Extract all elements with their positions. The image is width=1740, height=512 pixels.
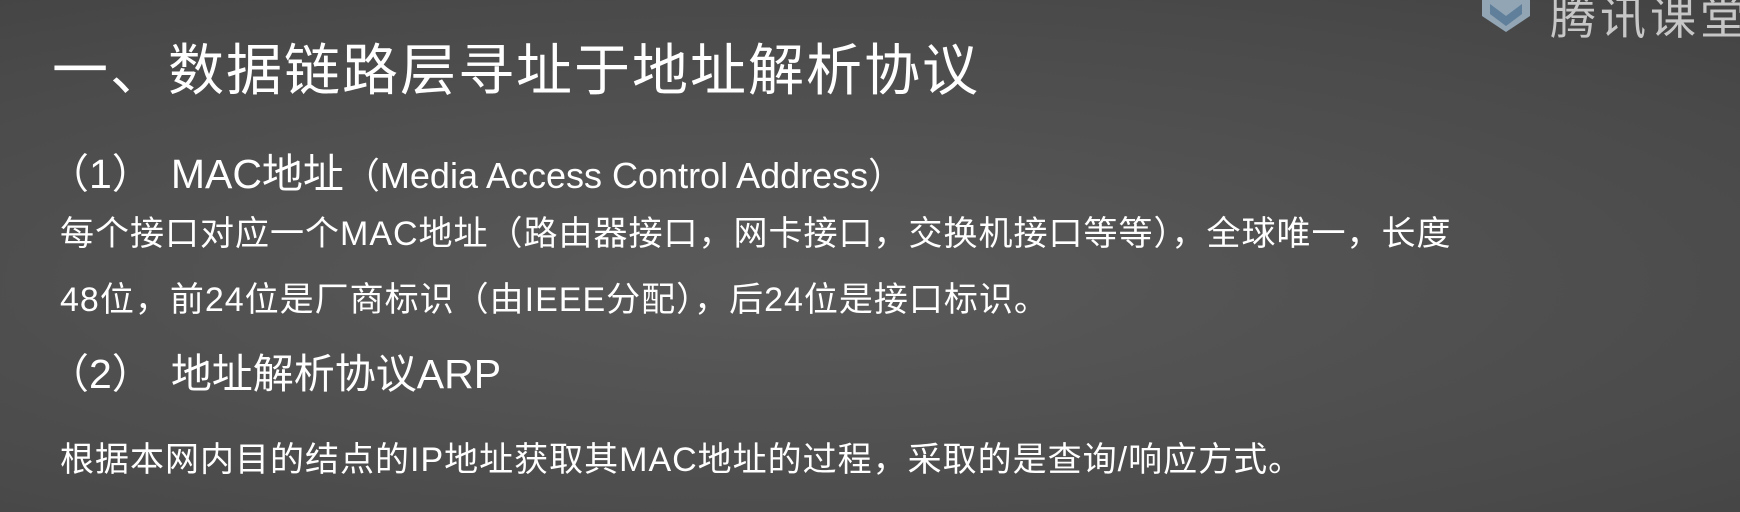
- section-title: MAC地址: [170, 151, 344, 197]
- section-heading-arp: （2） 地址解析协议ARP: [48, 340, 501, 400]
- tencent-classroom-logo-icon: [1482, 0, 1530, 32]
- watermark: 腾讯课堂: [1476, 0, 1740, 48]
- section-number: （2）: [48, 351, 153, 397]
- body-text-line: 48位，前24位是厂商标识（由IEEE分配），后24位是接口标识。: [60, 281, 1049, 319]
- body-text-line: 根据本网内目的结点的IP地址获取其MAC地址的过程，采取的是查询/响应方式。: [60, 441, 1304, 479]
- page-title: 一、数据链路层寻址于地址解析协议: [52, 39, 980, 102]
- slide: 腾讯课堂 一、数据链路层寻址于地址解析协议 （1） MAC地址（Media Acc…: [0, 0, 1740, 512]
- section-title: 地址解析协议ARP: [170, 351, 502, 397]
- section-subtitle: （Media Access Control Address）: [343, 155, 905, 196]
- watermark-text: 腾讯课堂: [1550, 0, 1740, 44]
- body-text-line: 每个接口对应一个MAC地址（路由器接口，网卡接口，交换机接口等等），全球唯一，长…: [60, 215, 1452, 253]
- section-number: （1）: [48, 151, 153, 197]
- section-heading-mac: （1） MAC地址（Media Access Control Address）: [48, 140, 904, 200]
